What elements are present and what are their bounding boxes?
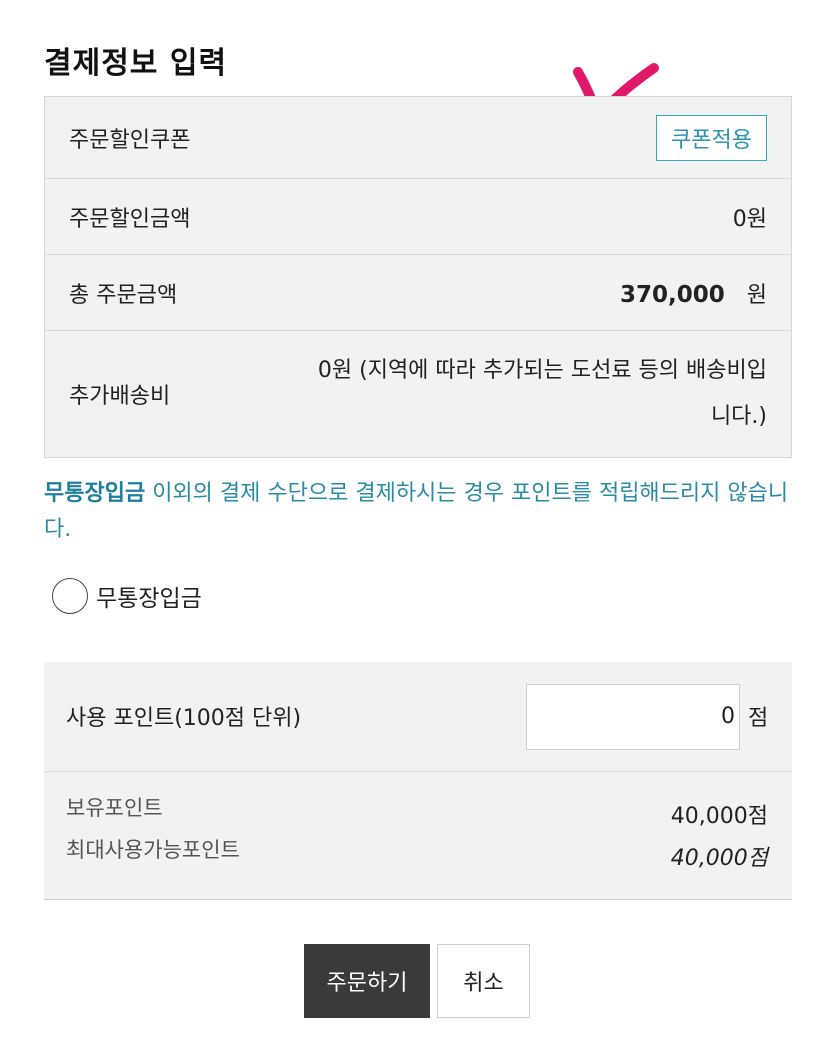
order-button[interactable]: 주문하기 bbox=[304, 944, 430, 1018]
points-summary: 보유포인트 40,000점 최대사용가능포인트 40,000점 bbox=[44, 772, 792, 900]
discount-row: 주문할인금액 0원 bbox=[45, 179, 791, 255]
page-title: 결제정보 입력 bbox=[44, 46, 228, 81]
payment-info-table: 주문할인쿠폰 쿠폰적용 주문할인금액 0원 총 주문금액 370,000 원 추가… bbox=[44, 96, 792, 458]
total-value: 370,000 원 bbox=[620, 277, 767, 309]
points-panel: 사용 포인트(100점 단위) 0 점 보유포인트 40,000점 최대사용가능… bbox=[44, 662, 792, 900]
notice-highlight: 무통장입금 bbox=[44, 481, 146, 506]
discount-label: 주문할인금액 bbox=[69, 206, 191, 232]
bank-transfer-radio[interactable] bbox=[52, 578, 88, 614]
points-use-row: 사용 포인트(100점 단위) 0 점 bbox=[44, 662, 792, 772]
points-unit: 점 bbox=[748, 706, 769, 731]
bank-transfer-label: 무통장입금 bbox=[96, 586, 202, 612]
max-points-value: 40,000점 bbox=[670, 846, 768, 871]
cancel-button[interactable]: 취소 bbox=[437, 944, 530, 1018]
max-points-label: 최대사용가능포인트 bbox=[66, 838, 240, 862]
total-amount: 370,000 bbox=[619, 281, 725, 308]
coupon-row: 주문할인쿠폰 쿠폰적용 bbox=[45, 97, 791, 179]
shipping-row: 추가배송비 0원 (지역에 따라 추가되는 도선료 등의 배송비입니다.) bbox=[45, 331, 791, 457]
owned-points-value: 40,000점 bbox=[670, 804, 768, 829]
points-input[interactable]: 0 bbox=[526, 684, 740, 750]
coupon-label: 주문할인쿠폰 bbox=[69, 127, 191, 153]
bank-transfer-option[interactable]: 무통장입금 bbox=[52, 578, 202, 614]
points-use-label: 사용 포인트(100점 단위) bbox=[66, 706, 302, 731]
total-label: 총 주문금액 bbox=[69, 282, 178, 308]
shipping-label: 추가배송비 bbox=[69, 384, 171, 409]
total-unit: 원 bbox=[746, 282, 767, 308]
points-notice: 무통장입금 이외의 결제 수단으로 결제하시는 경우 포인트를 적립해드리지 않… bbox=[44, 476, 799, 548]
total-row: 총 주문금액 370,000 원 bbox=[45, 255, 791, 331]
apply-coupon-button[interactable]: 쿠폰적용 bbox=[656, 114, 767, 161]
owned-points-label: 보유포인트 bbox=[66, 796, 163, 820]
shipping-note: 0원 (지역에 따라 추가되는 도선료 등의 배송비입니다.) bbox=[317, 358, 767, 429]
discount-value: 0원 bbox=[732, 206, 767, 232]
notice-text: 이외의 결제 수단으로 결제하시는 경우 포인트를 적립해드리지 않습니다. bbox=[44, 481, 789, 542]
